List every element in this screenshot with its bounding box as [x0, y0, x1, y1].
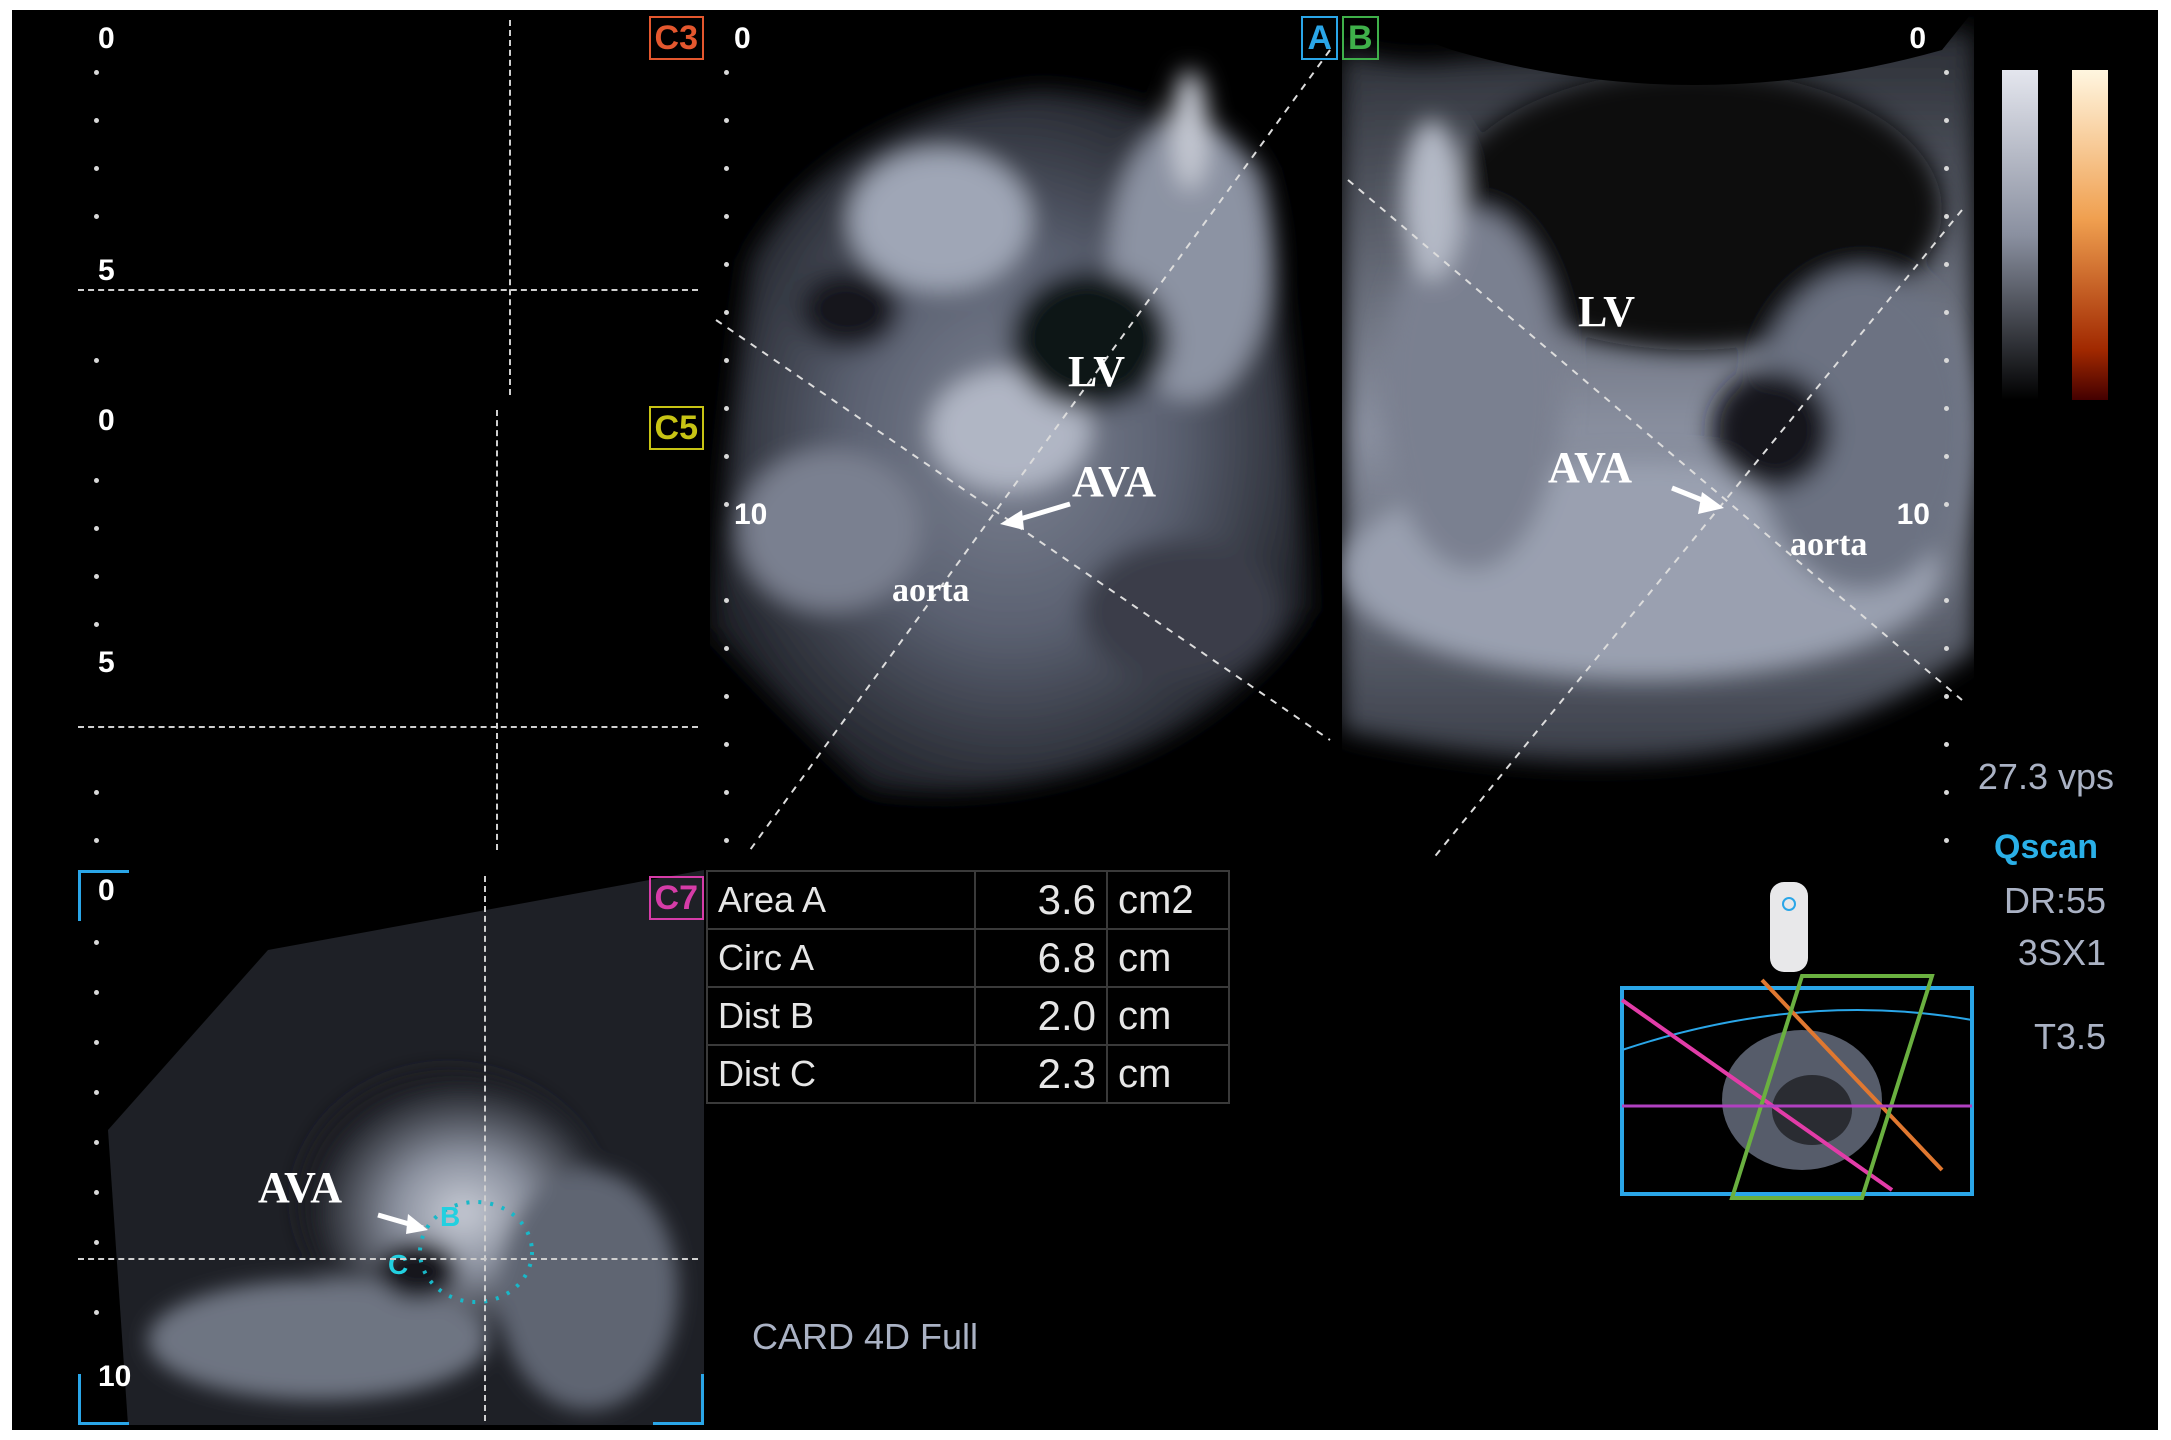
measurement-label: Dist C [706, 1044, 976, 1104]
pane-b[interactable]: 0 10 B LV AVA aorta [1342, 10, 1974, 860]
table-row: Area A 3.6 cm2 [706, 870, 1230, 930]
annotation-ava: AVA [1072, 457, 1156, 506]
measurement-label: Circ A [706, 928, 976, 988]
c7-ultrasound-image: B C [108, 870, 704, 1425]
plane-a-ultrasound-image [710, 49, 1331, 851]
plane-b-ultrasound-image [1342, 10, 1974, 860]
annotation-aorta: aorta [892, 572, 970, 609]
measurement-value: 6.8 [974, 928, 1108, 988]
annotation-aorta: aorta [1790, 526, 1868, 563]
marker-c: C [388, 1249, 408, 1280]
measurement-value: 2.0 [974, 986, 1108, 1046]
volume-rate: 27.3 vps [1977, 756, 2114, 797]
pane-tag-c7[interactable]: C7 [648, 876, 704, 920]
depth-scale-b [1944, 70, 1952, 860]
volume-orientation-widget[interactable] [1602, 870, 1982, 1230]
annotation-lv: LV [1068, 347, 1126, 396]
measurement-label: Area A [706, 870, 976, 930]
measurement-unit: cm [1106, 1044, 1230, 1104]
depth-tick-0: 0 [1909, 22, 1926, 55]
table-row: Circ A 6.8 cm [706, 928, 1230, 988]
measurement-unit: cm [1106, 986, 1230, 1046]
measurement-unit: cm [1106, 928, 1230, 988]
measurement-value: 2.3 [974, 1044, 1108, 1104]
depth-scale-left [94, 70, 102, 1410]
color-map-bar [2072, 70, 2108, 400]
corner-bracket [78, 870, 129, 921]
horizontal-cursor-line [78, 1258, 698, 1260]
pane-tag-b[interactable]: B [1342, 16, 1379, 60]
vertical-cursor-line [509, 20, 511, 395]
pane-tag-c5[interactable]: C5 [648, 406, 704, 450]
measurement-table: Area A 3.6 cm2 Circ A 6.8 cm Dist B 2.0 … [706, 870, 1230, 1104]
depth-tick-0: 0 [98, 22, 115, 55]
grayscale-bar [2002, 70, 2038, 400]
depth-tick-0: 0 [734, 22, 751, 55]
table-row: Dist C 2.3 cm [706, 1044, 1230, 1104]
pane-c7[interactable]: B C 0 10 C7 AVA [68, 870, 704, 1425]
table-row: Dist B 2.0 cm [706, 986, 1230, 1046]
preset-label: CARD 4D Full [752, 1316, 979, 1357]
pane-a[interactable]: 0 10 A LV AVA aorta [710, 10, 1338, 860]
pane-c5[interactable]: 0 5 C5 [68, 400, 704, 860]
vertical-cursor-line [484, 876, 486, 1421]
dynamic-range: DR:55 [2003, 880, 2106, 921]
horizontal-cursor-line [78, 726, 698, 728]
corner-bracket [653, 1374, 704, 1425]
marker-b: B [440, 1201, 460, 1232]
measurement-unit: cm2 [1106, 870, 1230, 930]
annotation-lv: LV [1578, 287, 1636, 336]
annotation-ava: AVA [1548, 443, 1632, 492]
depth-tick-10: 10 [734, 498, 768, 531]
horizontal-cursor-line [78, 289, 698, 291]
pane-tag-a[interactable]: A [1301, 16, 1338, 60]
tissue-index: T3.5 [2033, 1016, 2106, 1057]
volume-cube-icon [1620, 974, 1974, 1200]
measurement-label: Dist B [706, 986, 976, 1046]
annotation-ava: AVA [258, 1163, 342, 1212]
ultrasound-screen: 0 5 C3 0 5 C5 B C 0 10 C7 AVA 0 10 A LV … [12, 10, 2158, 1430]
probe-icon [1770, 882, 1808, 972]
probe-name: 3SX1 [2017, 932, 2106, 973]
depth-scale-a [724, 70, 732, 860]
measurement-value: 3.6 [974, 870, 1108, 930]
depth-tick-10: 10 [1896, 498, 1930, 531]
pane-tag-c3[interactable]: C3 [648, 16, 704, 60]
pane-c3[interactable]: 0 5 C3 [68, 10, 704, 395]
vertical-cursor-line [496, 410, 498, 850]
qscan-label: Qscan [1994, 828, 2098, 866]
corner-bracket [78, 1374, 129, 1425]
